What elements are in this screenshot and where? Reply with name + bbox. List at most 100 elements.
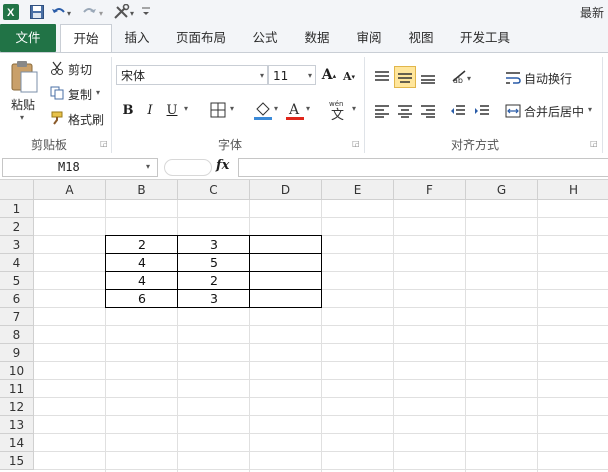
gridline [537,200,538,472]
borders-dropdown-icon[interactable]: ▾ [230,104,234,113]
tab-developer[interactable]: 开发工具 [450,24,520,52]
merge-center-dropdown-icon[interactable]: ▾ [588,105,592,114]
orientation-icon[interactable]: ab ▾ [450,67,474,87]
tab-data[interactable]: 数据 [292,24,342,52]
gridline [34,343,608,344]
clipboard-launcher-icon[interactable]: ◲ [100,139,109,148]
row-header[interactable]: 14 [0,434,34,452]
column-header[interactable]: E [322,180,394,200]
wrap-text-icon[interactable] [504,69,522,87]
tab-insert[interactable]: 插入 [112,24,162,52]
align-right-icon[interactable] [418,101,438,121]
cut-button[interactable]: 剪切 [68,61,92,78]
paste-button-label[interactable]: 粘贴 [11,96,35,113]
font-size-combo[interactable]: 11 ▾ [268,65,316,85]
cell-c5[interactable]: 2 [178,272,250,290]
gridline [393,200,394,472]
underline-dropdown-icon[interactable]: ▾ [184,104,188,113]
borders-icon[interactable] [208,100,228,120]
copy-button[interactable]: 复制 [68,86,92,103]
row-header[interactable]: 1 [0,200,34,218]
cell-b4[interactable]: 4 [106,254,178,272]
row-header[interactable]: 7 [0,308,34,326]
column-header[interactable]: A [34,180,106,200]
align-top-icon[interactable] [372,67,392,87]
font-name-dropdown-icon[interactable]: ▾ [260,66,264,86]
row-header[interactable]: 12 [0,398,34,416]
redo-icon[interactable]: ▾ [82,3,108,21]
row-header[interactable]: 9 [0,344,34,362]
decrease-indent-icon[interactable] [448,101,468,121]
row-header[interactable]: 2 [0,218,34,236]
format-painter-button[interactable]: 格式刷 [68,111,104,128]
customize-toolbar-icon[interactable] [140,3,152,21]
cell-c4[interactable]: 5 [178,254,250,272]
cell-b5[interactable]: 4 [106,272,178,290]
font-color-icon[interactable]: A [284,98,306,122]
column-header[interactable]: G [466,180,538,200]
alignment-launcher-icon[interactable]: ◲ [590,139,599,148]
font-color-dropdown-icon[interactable]: ▾ [306,104,310,113]
fill-color-dropdown-icon[interactable]: ▾ [274,104,278,113]
paste-icon[interactable] [8,59,40,95]
tab-review[interactable]: 审阅 [344,24,394,52]
row-header[interactable]: 10 [0,362,34,380]
phonetic-dropdown-icon[interactable]: ▾ [352,104,356,113]
row-header[interactable]: 8 [0,326,34,344]
row-header[interactable]: 13 [0,416,34,434]
column-header[interactable]: D [250,180,322,200]
align-bottom-icon[interactable] [418,67,438,87]
align-left-icon[interactable] [372,101,392,121]
tab-file[interactable]: 文件 [0,24,56,52]
tab-home[interactable]: 开始 [60,24,112,53]
row-header[interactable]: 3 [0,236,34,254]
cell-b3[interactable]: 2 [106,236,178,254]
name-box[interactable]: M18 [2,158,158,177]
wrap-text-button[interactable]: 自动换行 [524,70,572,87]
row-header[interactable]: 11 [0,380,34,398]
formula-bar-handle[interactable] [164,159,212,176]
shrink-font-icon[interactable]: A ▾ [340,67,358,85]
undo-icon[interactable]: ▾ [50,3,76,21]
bold-button[interactable]: B [118,99,138,121]
merge-center-icon[interactable] [504,102,522,120]
italic-button[interactable]: I [140,99,160,121]
tab-formulas[interactable]: 公式 [240,24,290,52]
tab-page-layout[interactable]: 页面布局 [164,24,238,52]
column-header[interactable]: H [538,180,608,200]
paste-dropdown-icon[interactable]: ▾ [20,113,24,122]
column-header[interactable]: F [394,180,466,200]
font-size-dropdown-icon[interactable]: ▾ [308,66,312,86]
formula-input[interactable] [238,158,608,177]
underline-button[interactable]: U [162,99,182,121]
row-header[interactable]: 4 [0,254,34,272]
select-all-corner[interactable] [0,180,34,200]
font-launcher-icon[interactable]: ◲ [352,139,361,148]
grow-font-icon[interactable]: A ▴ [320,65,338,85]
tools-icon[interactable]: ▾ [112,3,138,21]
row-header[interactable]: 6 [0,290,34,308]
format-painter-icon[interactable] [50,111,64,125]
cell-c6[interactable]: 3 [178,290,250,308]
phonetic-guide-icon[interactable]: wén 文 [326,97,350,123]
merge-center-button[interactable]: 合并后居中 [524,103,584,120]
fill-color-icon[interactable] [252,98,274,122]
cell-c3[interactable]: 3 [178,236,250,254]
align-middle-icon[interactable] [394,66,416,88]
cell-b6[interactable]: 6 [106,290,178,308]
align-center-icon[interactable] [395,101,415,121]
font-name-combo[interactable]: 宋体 ▾ [116,65,268,85]
name-box-dropdown-icon[interactable]: ▾ [146,162,150,171]
save-icon[interactable] [28,3,46,21]
svg-text:▾: ▾ [130,9,134,18]
scissors-icon[interactable] [50,61,64,75]
row-header[interactable]: 15 [0,452,34,470]
row-header[interactable]: 5 [0,272,34,290]
column-header[interactable]: C [178,180,250,200]
column-header[interactable]: B [106,180,178,200]
increase-indent-icon[interactable] [472,101,492,121]
insert-function-button[interactable]: fx [216,158,229,173]
tab-view[interactable]: 视图 [396,24,446,52]
copy-icon[interactable] [50,86,64,100]
copy-dropdown-icon[interactable]: ▾ [96,88,100,97]
